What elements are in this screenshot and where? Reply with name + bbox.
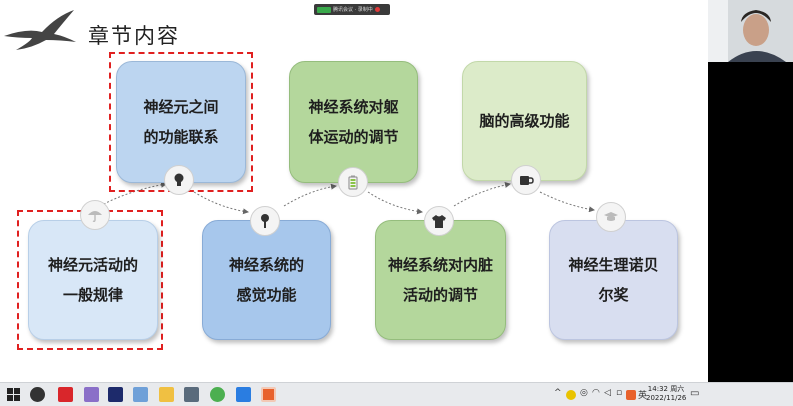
- file-explorer-icon[interactable]: [159, 387, 174, 402]
- card-neuron-activity-rules[interactable]: 神经元活动的 一般规律: [28, 220, 158, 340]
- card-line: 体运动的调节: [308, 128, 399, 146]
- app-red-icon[interactable]: [58, 387, 73, 402]
- card-line: 脑的高级功能: [479, 112, 570, 130]
- card-sensory-function[interactable]: 神经系统的 感觉功能: [202, 220, 331, 340]
- coffee-cup-icon: [511, 165, 541, 195]
- tray-app4-icon[interactable]: [626, 390, 636, 400]
- card-somatic-motor-regulation[interactable]: 神经系统对躯 体运动的调节: [289, 61, 418, 183]
- photoshop-icon[interactable]: [108, 387, 123, 402]
- card-visceral-regulation[interactable]: 神经系统对内脏 活动的调节: [375, 220, 506, 340]
- wifi-icon[interactable]: ◠: [592, 388, 600, 398]
- battery-icon: [338, 167, 368, 197]
- app-cloud-icon[interactable]: [236, 387, 251, 402]
- powerpoint-icon[interactable]: [261, 387, 276, 402]
- lightbulb-icon: [164, 165, 194, 195]
- system-clock[interactable]: 14:32 周六 2022/11/26: [646, 385, 686, 403]
- card-line: 神经生理诺贝: [568, 256, 659, 274]
- tray-chevron-icon[interactable]: ^: [554, 388, 562, 398]
- card-line: 尔奖: [598, 286, 629, 304]
- tray-app3-icon[interactable]: ▫: [616, 388, 622, 398]
- app-blue-icon[interactable]: [133, 387, 148, 402]
- calculator-icon[interactable]: [184, 387, 199, 402]
- tshirt-icon: [424, 206, 454, 236]
- key-icon: [250, 206, 280, 236]
- card-line: 神经元之间: [143, 98, 219, 116]
- windows-taskbar: ^ ◎ ◠ ◁ ▫ 英 14:32 周六 2022/11/26 ▭: [0, 382, 793, 406]
- card-line: 神经系统对内脏: [387, 256, 493, 274]
- card-line: 感觉功能: [236, 286, 297, 304]
- clock-date: 2022/11/26: [646, 394, 687, 402]
- card-line: 神经元活动的: [47, 256, 138, 274]
- card-line: 神经系统的: [228, 256, 304, 274]
- clock-time: 14:32 周六: [647, 385, 685, 393]
- card-line: 的功能联系: [143, 128, 219, 146]
- app-pinwheel-icon[interactable]: [30, 387, 45, 402]
- start-button[interactable]: [6, 387, 21, 402]
- side-panel: [708, 62, 793, 382]
- card-line: 活动的调节: [402, 286, 478, 304]
- card-line: 神经系统对躯: [308, 98, 399, 116]
- tray-app2-icon[interactable]: ◎: [580, 388, 588, 398]
- card-line: 一般规律: [62, 286, 123, 304]
- umbrella-icon: [80, 200, 110, 230]
- volume-icon[interactable]: ◁: [604, 388, 611, 398]
- presentation-slide: 腾讯会议 · 录制中 章节内容 神经元之间 的功能联系 神经系统对躯 体运动的调节 …: [0, 0, 708, 382]
- app-purple-icon[interactable]: [84, 387, 99, 402]
- tray-app-icon[interactable]: [566, 390, 576, 400]
- graduation-cap-icon: [596, 202, 626, 232]
- webcam-video: [708, 0, 793, 62]
- card-higher-brain-function[interactable]: 脑的高级功能: [462, 61, 587, 181]
- app-green-icon[interactable]: [210, 387, 225, 402]
- card-nobel-prize[interactable]: 神经生理诺贝 尔奖: [549, 220, 678, 340]
- notification-icon[interactable]: ▭: [690, 388, 699, 399]
